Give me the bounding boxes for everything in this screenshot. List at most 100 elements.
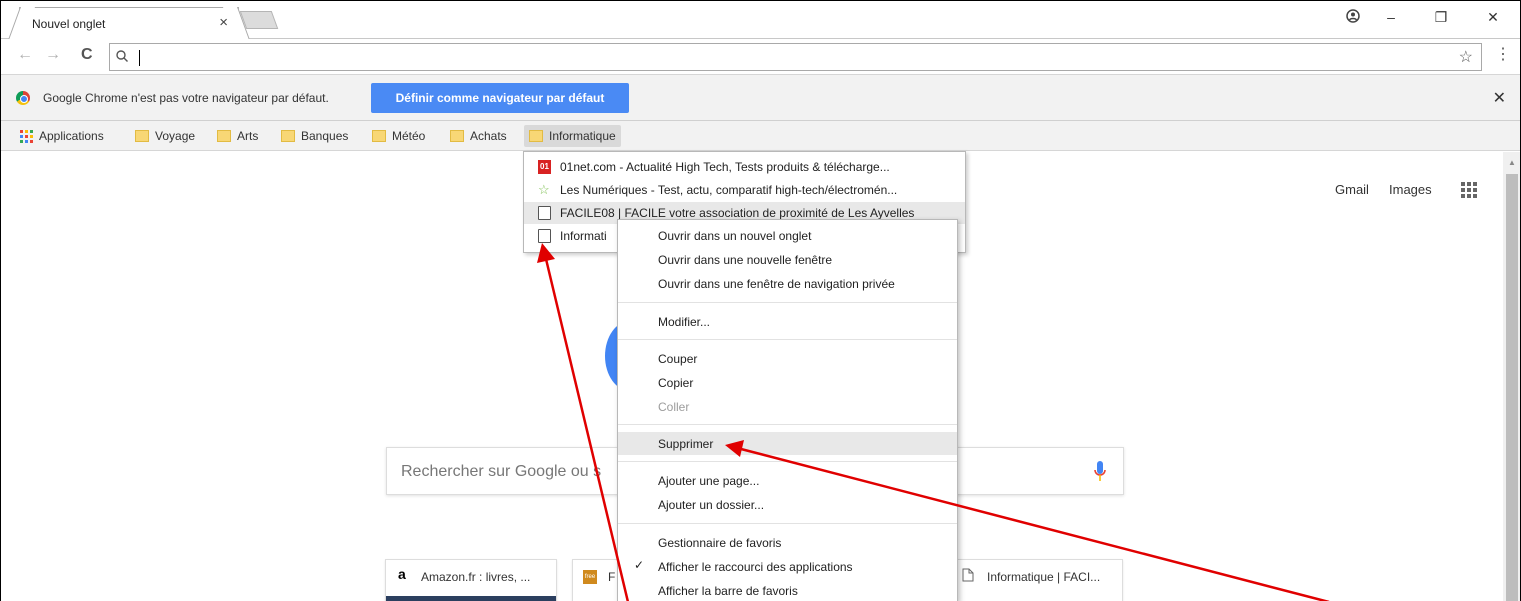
default-browser-infobar: Google Chrome n'est pas votre navigateur… — [1, 75, 1520, 121]
tile-label: F — [608, 570, 616, 584]
folder-icon — [217, 130, 231, 142]
folder-label: Arts — [237, 129, 259, 143]
folder-icon — [529, 130, 543, 142]
search-icon — [116, 50, 128, 62]
bookmark-item[interactable]: ☆ Les Numériques - Test, actu, comparati… — [524, 179, 965, 201]
menu-item-label: Couper — [658, 352, 698, 366]
folder-icon — [135, 130, 149, 142]
scroll-up-icon[interactable]: ▲ — [1508, 158, 1516, 167]
images-link[interactable]: Images — [1389, 182, 1432, 197]
bookmark-label: Informati — [560, 229, 607, 243]
menu-item-label: Ajouter une page... — [658, 474, 760, 488]
google-apps-icon[interactable] — [1461, 182, 1477, 198]
chrome-window: Nouvel onglet × – ❐ ✕ ← → C ☆ ⋮ Google C… — [0, 0, 1521, 601]
apps-grid-icon — [20, 129, 33, 143]
bookmark-label: FACILE08 | FACILE votre association de p… — [560, 206, 915, 220]
menu-item-cut[interactable]: Couper — [618, 347, 957, 370]
menu-item-copy[interactable]: Copier — [618, 371, 957, 394]
menu-item-show-bookmarks-bar[interactable]: Afficher la barre de favoris — [618, 579, 957, 601]
menu-item-label: Afficher le raccourci des applications — [658, 560, 853, 574]
menu-item-label: Supprimer — [658, 437, 714, 451]
new-tab-button[interactable] — [239, 11, 279, 29]
forward-icon[interactable]: → — [45, 46, 61, 64]
bookmark-label: 01net.com - Actualité High Tech, Tests p… — [560, 160, 890, 174]
scroll-thumb[interactable] — [1506, 174, 1518, 601]
chrome-menu-icon[interactable]: ⋮ — [1495, 47, 1511, 63]
microphone-icon[interactable] — [1094, 461, 1106, 483]
restore-icon[interactable]: ❐ — [1431, 9, 1451, 26]
bookmark-item[interactable]: 01 01net.com - Actualité High Tech, Test… — [524, 156, 965, 178]
minimize-icon[interactable]: – — [1381, 9, 1401, 25]
bookmark-folder-banques[interactable]: Banques — [276, 125, 353, 147]
page-scrollbar[interactable]: ▲ — [1503, 152, 1520, 601]
menu-item-add-page[interactable]: Ajouter une page... — [618, 469, 957, 492]
menu-item-label: Gestionnaire de favoris — [658, 536, 782, 550]
bookmark-folder-arts[interactable]: Arts — [212, 125, 263, 147]
menu-item-label: Coller — [658, 400, 690, 414]
checkmark-icon: ✓ — [634, 558, 645, 572]
menu-separator — [618, 424, 957, 425]
account-icon[interactable] — [1343, 9, 1363, 26]
menu-item-open-new-tab[interactable]: Ouvrir dans un nouvel onglet — [618, 224, 957, 247]
menu-item-bookmark-manager[interactable]: Gestionnaire de favoris — [618, 531, 957, 554]
set-default-browser-button[interactable]: Définir comme navigateur par défaut — [371, 83, 629, 113]
search-placeholder: Rechercher sur Google ou s — [401, 463, 602, 480]
most-visited-tile-informatique[interactable]: Informatique | FACI... — [951, 559, 1123, 601]
menu-item-paste: Coller — [618, 395, 957, 418]
menu-separator — [618, 339, 957, 340]
menu-item-edit[interactable]: Modifier... — [618, 310, 957, 333]
menu-item-label: Afficher la barre de favoris — [658, 584, 798, 598]
folder-icon — [281, 130, 295, 142]
bookmark-folder-achats[interactable]: Achats — [445, 125, 512, 147]
menu-item-label: Copier — [658, 376, 694, 390]
address-bar[interactable]: ☆ — [109, 43, 1482, 71]
bookmark-label: Les Numériques - Test, actu, comparatif … — [560, 183, 898, 197]
folder-label: Achats — [470, 129, 507, 143]
close-infobar-icon[interactable]: ✕ — [1493, 88, 1506, 108]
back-icon[interactable]: ← — [17, 46, 33, 64]
text-caret — [139, 50, 140, 66]
gmail-link[interactable]: Gmail — [1335, 182, 1369, 197]
bookmark-folder-voyage[interactable]: Voyage — [130, 125, 200, 147]
01net-icon: 01 — [538, 160, 551, 174]
tile-label: Amazon.fr : livres, ... — [421, 570, 531, 584]
reload-icon[interactable]: C — [81, 46, 93, 64]
menu-item-label: Ajouter un dossier... — [658, 498, 765, 512]
page-icon — [538, 229, 551, 243]
menu-item-open-new-window[interactable]: Ouvrir dans une nouvelle fenêtre — [618, 248, 957, 271]
bookmark-folder-meteo[interactable]: Météo — [367, 125, 430, 147]
address-toolbar: ← → C ☆ ⋮ — [1, 39, 1520, 75]
folder-label: Météo — [392, 129, 426, 143]
tab-strip: Nouvel onglet × – ❐ ✕ — [1, 1, 1520, 39]
chrome-logo-icon — [16, 91, 30, 105]
bookmarks-bar: Applications Voyage Arts Banques Météo A… — [1, 121, 1520, 151]
folder-label: Voyage — [155, 129, 196, 143]
bookmark-context-menu: Ouvrir dans un nouvel onglet Ouvrir dans… — [617, 219, 958, 601]
close-window-icon[interactable]: ✕ — [1483, 9, 1503, 26]
bookmark-folder-informatique[interactable]: Informatique — [524, 125, 621, 147]
menu-item-delete[interactable]: Supprimer — [618, 432, 957, 455]
tile-label: Informatique | FACI... — [987, 570, 1101, 584]
apps-label: Applications — [39, 129, 104, 143]
star-icon: ☆ — [538, 182, 550, 197]
page-icon — [962, 568, 974, 582]
menu-item-label: Modifier... — [658, 315, 711, 329]
folder-icon — [450, 130, 464, 142]
menu-item-open-private-window[interactable]: Ouvrir dans une fenêtre de navigation pr… — [618, 272, 957, 295]
menu-item-label: Ouvrir dans un nouvel onglet — [658, 229, 812, 243]
apps-shortcut[interactable]: Applications — [15, 125, 109, 147]
tile-thumbnail — [386, 596, 556, 601]
folder-icon — [372, 130, 386, 142]
menu-item-show-apps-shortcut[interactable]: ✓ Afficher le raccourci des applications — [618, 555, 957, 578]
bookmark-star-icon[interactable]: ☆ — [1459, 47, 1473, 67]
folder-label: Informatique — [549, 129, 616, 143]
amazon-logo-icon: a — [398, 566, 406, 582]
close-tab-icon[interactable]: × — [219, 14, 228, 31]
most-visited-tile-amazon[interactable]: a Amazon.fr : livres, ... — [385, 559, 557, 601]
tab-new-tab[interactable]: Nouvel onglet × — [19, 7, 239, 39]
page-icon — [538, 206, 551, 220]
free-logo-icon: free — [583, 570, 597, 584]
menu-item-label: Ouvrir dans une fenêtre de navigation pr… — [658, 277, 895, 291]
infobar-message: Google Chrome n'est pas votre navigateur… — [43, 91, 329, 105]
menu-item-add-folder[interactable]: Ajouter un dossier... — [618, 493, 957, 516]
